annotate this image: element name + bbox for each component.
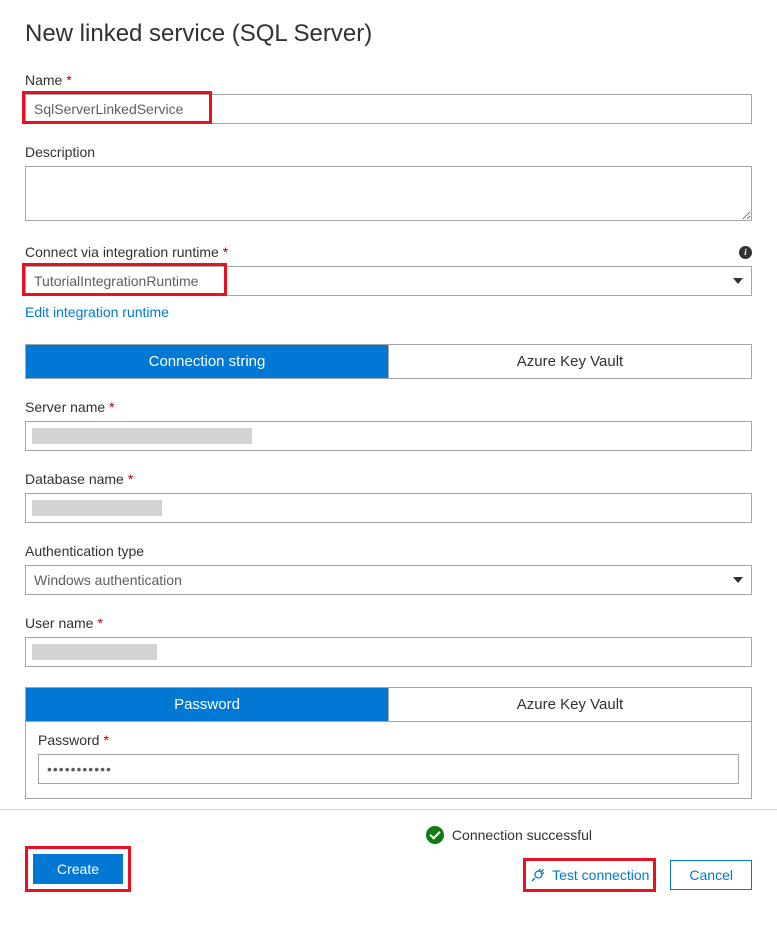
password-input[interactable] [38, 754, 739, 784]
auth-type-label: Authentication type [25, 543, 752, 559]
database-name-input[interactable] [25, 493, 752, 523]
chevron-down-icon [733, 278, 743, 284]
description-textarea[interactable] [25, 166, 752, 221]
required-asterisk: * [103, 732, 108, 748]
tab-password[interactable]: Password [26, 688, 389, 722]
chevron-down-icon [733, 577, 743, 583]
required-asterisk: * [223, 244, 228, 260]
user-name-input[interactable] [25, 637, 752, 667]
cancel-button[interactable]: Cancel [670, 860, 752, 890]
required-asterisk: * [97, 615, 102, 631]
edit-integration-runtime-link[interactable]: Edit integration runtime [25, 304, 169, 320]
required-asterisk: * [109, 399, 114, 415]
plug-icon [530, 867, 546, 883]
create-button[interactable]: Create [33, 854, 123, 884]
database-name-label: Database name* [25, 471, 752, 487]
integration-runtime-dropdown[interactable]: TutorialIntegrationRuntime [25, 266, 752, 296]
test-connection-button[interactable]: Test connection [526, 861, 653, 889]
server-name-label: Server name* [25, 399, 752, 415]
password-label: Password* [38, 732, 739, 748]
tab-connection-string[interactable]: Connection string [26, 345, 389, 378]
server-name-input[interactable] [25, 421, 752, 451]
integration-runtime-label: Connect via integration runtime* [25, 244, 228, 260]
redacted-placeholder [32, 644, 157, 660]
name-label: Name* [25, 72, 752, 88]
check-icon [426, 826, 444, 844]
page-title: New linked service (SQL Server) [25, 20, 752, 48]
status-text: Connection successful [452, 827, 592, 843]
required-asterisk: * [128, 471, 133, 487]
name-input[interactable] [25, 94, 752, 124]
redacted-placeholder [32, 500, 162, 516]
redacted-placeholder [32, 428, 252, 444]
required-asterisk: * [66, 72, 71, 88]
user-name-label: User name* [25, 615, 752, 631]
tab-azure-key-vault[interactable]: Azure Key Vault [389, 345, 751, 378]
highlight-box: Test connection [523, 858, 656, 892]
highlight-box: Create [25, 846, 131, 892]
auth-type-dropdown[interactable]: Windows authentication [25, 565, 752, 595]
description-label: Description [25, 144, 752, 160]
tab-azure-key-vault-password[interactable]: Azure Key Vault [389, 688, 751, 722]
info-icon[interactable]: i [739, 246, 752, 259]
